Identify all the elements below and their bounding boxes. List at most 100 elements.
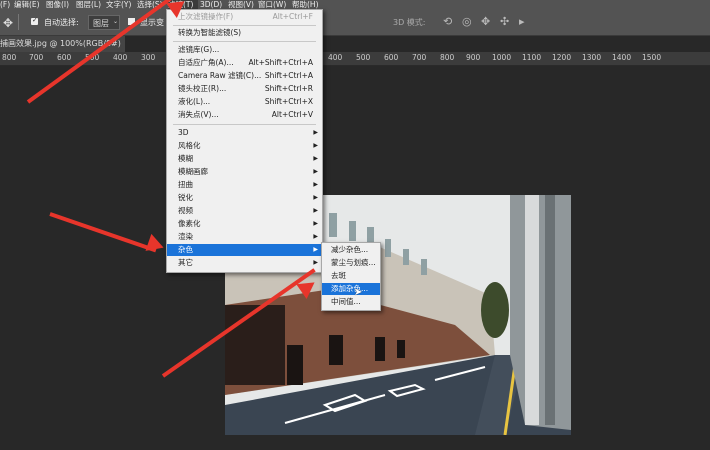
menu-item-label: 像素化 xyxy=(178,219,201,228)
ruler-tick: 400 xyxy=(113,53,128,62)
menu-item-adaptive-wide-angle[interactable]: 自适应广角(A)... Alt+Shift+Ctrl+A xyxy=(167,57,322,69)
3d-slide-icon[interactable]: ✣ xyxy=(500,15,509,28)
ruler-tick: 1500 xyxy=(642,53,662,62)
3d-roll-icon[interactable]: ◎ xyxy=(462,15,472,28)
ruler-tick: 700 xyxy=(412,53,427,62)
noise-submenu: 减少杂色... 蒙尘与划痕... 去斑 添加杂色... 中间值... xyxy=(321,242,381,311)
menu-file[interactable]: (F) xyxy=(0,0,10,10)
menu-item-shortcut: Shift+Ctrl+A xyxy=(264,71,313,80)
options-bar: ✥ ✓ 自动选择: 图层 ⌄ 显示变 3D 模式: ⟲ ◎ ✥ ✣ ▸ xyxy=(0,10,710,36)
pointer-cursor-icon: ➤ xyxy=(354,287,363,298)
menu-item-label: 蒙尘与划痕... xyxy=(331,258,376,267)
layer-dropdown-value: 图层 xyxy=(93,19,109,28)
menu-item-despeckle[interactable]: 去斑 xyxy=(322,270,380,282)
menu-item-blur[interactable]: 模糊 ▶ xyxy=(167,153,322,165)
submenu-arrow-icon: ▶ xyxy=(313,142,318,149)
ruler-tick: 1400 xyxy=(612,53,632,62)
menu-item-label: 杂色 xyxy=(178,245,193,254)
menu-edit[interactable]: 编辑(E) xyxy=(14,0,40,10)
submenu-arrow-icon: ▶ xyxy=(313,233,318,240)
menu-item-shortcut: Alt+Ctrl+F xyxy=(272,12,313,21)
menu-item-label: 3D xyxy=(178,128,189,137)
ruler-tick: 400 xyxy=(328,53,343,62)
menu-item-reduce-noise[interactable]: 减少杂色... xyxy=(322,244,380,256)
ruler-tick: 1300 xyxy=(582,53,602,62)
menu-item-label: 上次滤镜操作(F) xyxy=(178,12,234,21)
menu-item-label: 自适应广角(A)... xyxy=(178,58,234,67)
menu-item-label: 添加杂色... xyxy=(331,284,369,293)
submenu-arrow-icon: ▶ xyxy=(313,155,318,162)
menu-item-label: 视频 xyxy=(178,206,193,215)
menu-item-median[interactable]: 中间值... xyxy=(322,296,380,308)
menu-item-video[interactable]: 视频 ▶ xyxy=(167,205,322,217)
layer-dropdown[interactable]: 图层 ⌄ xyxy=(88,15,120,30)
menu-item-lens-correction[interactable]: 镜头校正(R)... Shift+Ctrl+R xyxy=(167,83,322,95)
horizontal-ruler: 800 700 600 500 400 300 400 500 600 700 … xyxy=(0,52,710,66)
checkmark-icon: ✓ xyxy=(32,16,38,24)
menu-item-label: Camera Raw 滤镜(C)... xyxy=(178,71,262,80)
ruler-tick: 1200 xyxy=(552,53,572,62)
menu-item-label: 消失点(V)... xyxy=(178,110,219,119)
options-divider xyxy=(18,14,19,30)
menu-item-pixelate[interactable]: 像素化 ▶ xyxy=(167,218,322,230)
ruler-tick: 600 xyxy=(57,53,72,62)
submenu-arrow-icon: ▶ xyxy=(313,168,318,175)
menu-item-blur-gallery[interactable]: 模糊画廊 ▶ xyxy=(167,166,322,178)
ruler-tick: 800 xyxy=(2,53,17,62)
ruler-tick: 500 xyxy=(356,53,371,62)
menu-item-label: 减少杂色... xyxy=(331,245,369,254)
menu-item-label: 滤镜库(G)... xyxy=(178,45,220,54)
filter-menu: 上次滤镜操作(F) Alt+Ctrl+F 转换为智能滤镜(S) 滤镜库(G)..… xyxy=(166,9,323,273)
menu-item-camera-raw[interactable]: Camera Raw 滤镜(C)... Shift+Ctrl+A xyxy=(167,70,322,82)
menu-item-vanishing-point[interactable]: 消失点(V)... Alt+Ctrl+V xyxy=(167,109,322,121)
ruler-tick: 700 xyxy=(29,53,44,62)
menu-type[interactable]: 文字(Y) xyxy=(106,0,131,10)
menu-item-shortcut: Shift+Ctrl+R xyxy=(264,84,313,93)
submenu-arrow-icon: ▶ xyxy=(313,207,318,214)
menu-item-noise[interactable]: 杂色 ▶ xyxy=(167,244,322,256)
chevron-down-icon: ⌄ xyxy=(113,18,119,25)
ruler-tick: 1000 xyxy=(492,53,512,62)
ruler-tick: 900 xyxy=(466,53,481,62)
menu-image[interactable]: 图像(I) xyxy=(46,0,69,10)
menu-item-label: 渲染 xyxy=(178,232,193,241)
auto-select-label: 自动选择: xyxy=(44,18,79,27)
ruler-tick: 600 xyxy=(384,53,399,62)
3d-scale-icon[interactable]: ▸ xyxy=(519,15,525,28)
ruler-tick: 800 xyxy=(440,53,455,62)
menu-item-stylize[interactable]: 风格化 ▶ xyxy=(167,140,322,152)
submenu-arrow-icon: ▶ xyxy=(313,246,318,253)
menu-item-add-noise[interactable]: 添加杂色... xyxy=(322,283,380,295)
move-tool-icon[interactable]: ✥ xyxy=(3,16,13,30)
menu-separator xyxy=(173,25,316,26)
menu-separator xyxy=(173,41,316,42)
menu-layer[interactable]: 图层(L) xyxy=(76,0,101,10)
menu-item-liquify[interactable]: 液化(L)... Shift+Ctrl+X xyxy=(167,96,322,108)
menu-item-shortcut: Alt+Shift+Ctrl+A xyxy=(248,58,313,67)
menu-item-distort[interactable]: 扭曲 ▶ xyxy=(167,179,322,191)
menu-bar: (F) 编辑(E) 图像(I) 图层(L) 文字(Y) 选择(S) 滤镜(T) … xyxy=(0,0,710,10)
menu-item-label: 风格化 xyxy=(178,141,201,150)
3d-rotate-icon[interactable]: ⟲ xyxy=(443,15,452,28)
menu-item-convert-smart-filter[interactable]: 转换为智能滤镜(S) xyxy=(167,27,322,39)
submenu-arrow-icon: ▶ xyxy=(313,181,318,188)
menu-item-dust-scratches[interactable]: 蒙尘与划痕... xyxy=(322,257,380,269)
menu-item-sharpen[interactable]: 锐化 ▶ xyxy=(167,192,322,204)
menu-item-label: 镜头校正(R)... xyxy=(178,84,227,93)
menu-item-label: 其它 xyxy=(178,258,193,267)
submenu-arrow-icon: ▶ xyxy=(313,129,318,136)
submenu-arrow-icon: ▶ xyxy=(313,194,318,201)
menu-item-label: 去斑 xyxy=(331,271,346,280)
submenu-arrow-icon: ▶ xyxy=(313,220,318,227)
menu-item-filter-gallery[interactable]: 滤镜库(G)... xyxy=(167,44,322,56)
menu-item-label: 模糊画廊 xyxy=(178,167,208,176)
menu-item-last-filter[interactable]: 上次滤镜操作(F) Alt+Ctrl+F xyxy=(167,11,322,23)
menu-separator xyxy=(173,124,316,125)
menu-item-other[interactable]: 其它 ▶ xyxy=(167,257,322,269)
menu-item-render[interactable]: 渲染 ▶ xyxy=(167,231,322,243)
menu-item-3d[interactable]: 3D ▶ xyxy=(167,127,322,139)
ruler-tick: 300 xyxy=(141,53,156,62)
menu-item-label: 转换为智能滤镜(S) xyxy=(178,28,242,37)
3d-pan-icon[interactable]: ✥ xyxy=(481,15,490,28)
3d-mode-label: 3D 模式: xyxy=(393,18,426,27)
